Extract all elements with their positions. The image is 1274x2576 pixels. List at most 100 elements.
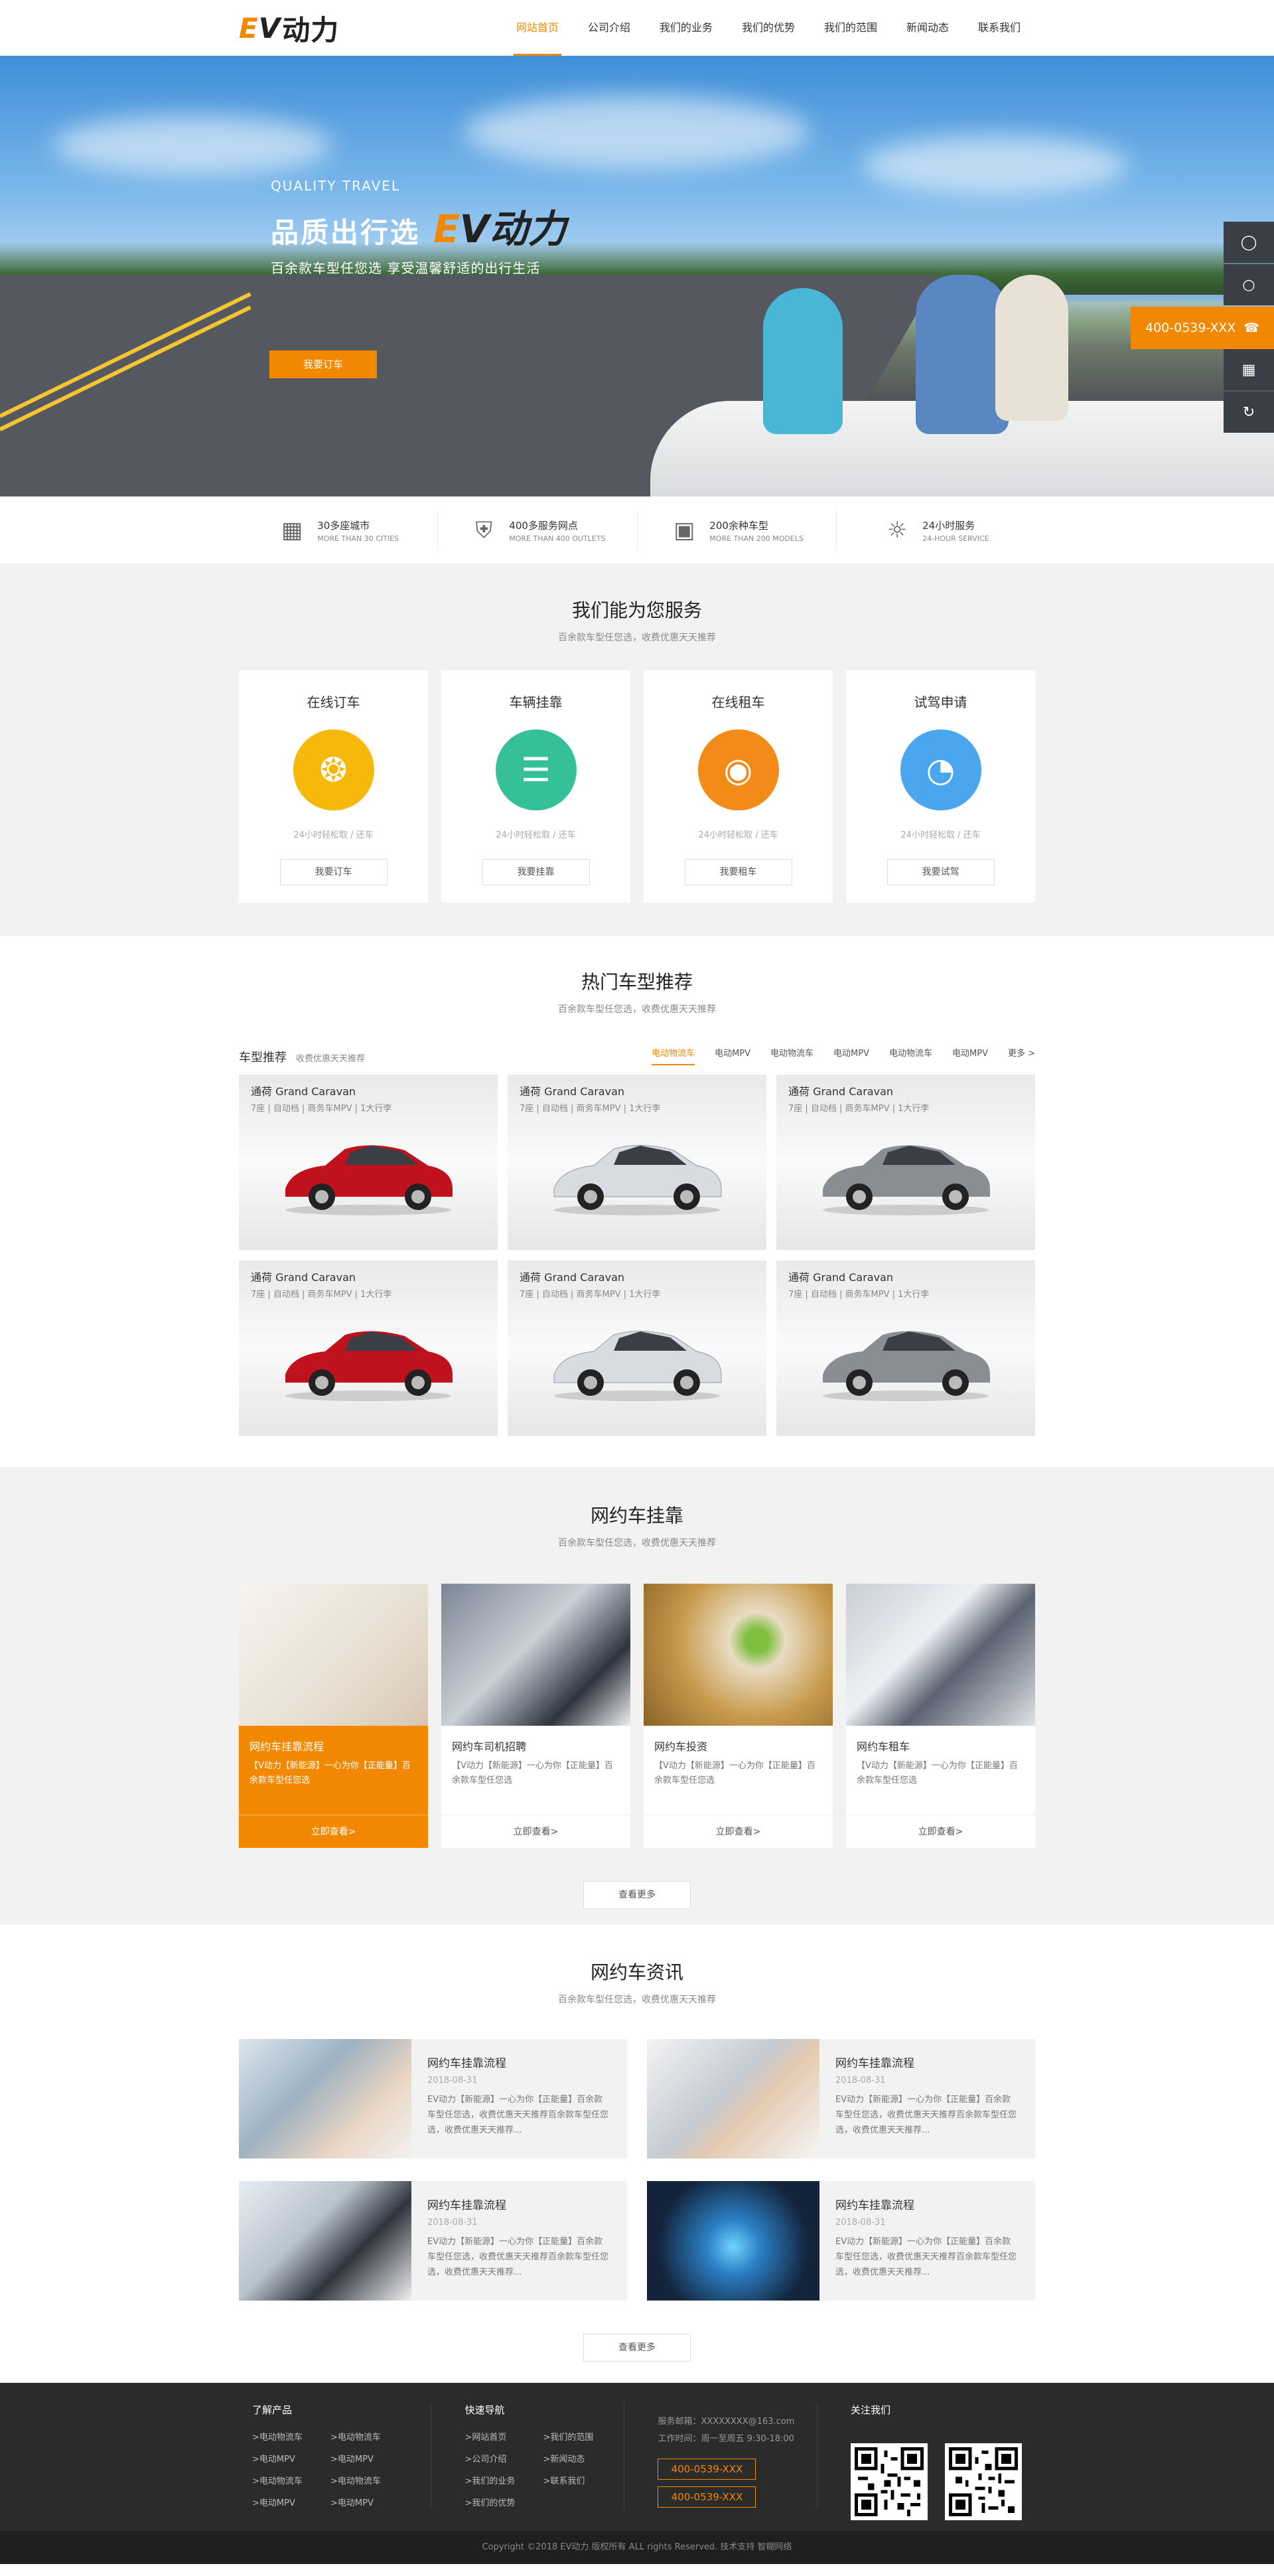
service-desc: 24小时轻松取 / 还车 [496, 830, 576, 840]
hail-card-desc: 【V动力【新能源】一心为你【正能量】百余款车型任您选 [452, 1761, 613, 1785]
model-card[interactable]: 通荷 Grand Caravan 7座 | 自动档 | 商务车MPV | 1大行李 [239, 1260, 498, 1436]
news-desc: EV动力【新能源】一心为你【正能量】百余款车型任您选，收费优惠天天推荐百余款车型… [427, 2237, 609, 2277]
tab-model[interactable]: 电动物流车 [770, 1046, 814, 1065]
footer-link[interactable]: >电动物流车 [330, 2430, 409, 2443]
hail-card-desc: 【V动力【新能源】一心为你【正能量】百余款车型任您选 [857, 1761, 1018, 1785]
section-subtitle: 百余款车型任您选，收费优惠天天推荐 [558, 1995, 716, 2005]
site-logo[interactable]: E V 动力 [239, 8, 339, 48]
hero-banner: QUALITY TRAVEL 品质出行选 EV动力 百余款车型任您选 享受温馨舒… [0, 56, 1274, 496]
service-button[interactable]: 我要租车 [684, 859, 792, 885]
footer-link[interactable]: >我们的范围 [543, 2430, 621, 2443]
service-button[interactable]: 我要挂靠 [482, 859, 590, 885]
nav-contact[interactable]: 联系我们 [963, 0, 1035, 56]
section-subtitle: 百余款车型任您选，收费优惠天天推荐 [558, 633, 716, 643]
model-name: 通荷 Grand Caravan [520, 1271, 625, 1284]
feature-subtitle: MORE THAN 30 CITIES [317, 534, 399, 543]
model-spec: 7座 | 自动档 | 商务车MPV | 1大行李 [251, 1290, 392, 1300]
footer-link[interactable]: >公司介绍 [464, 2452, 543, 2464]
nav-home[interactable]: 网站首页 [502, 0, 573, 56]
book-car-button[interactable]: 我要订车 [269, 350, 377, 378]
tab-model[interactable]: 电动物流车 [652, 1046, 695, 1065]
footer-link[interactable]: >电动MPV [252, 2496, 330, 2508]
tab-model[interactable]: 电动MPV [715, 1046, 750, 1065]
footer-phone[interactable]: 400-0539-XXX [658, 2459, 756, 2480]
qr-code-icon[interactable]: ▦ [1224, 349, 1274, 390]
hail-card-image [846, 1584, 1035, 1726]
model-card[interactable]: 通荷 Grand Caravan 7座 | 自动档 | 商务车MPV | 1大行李 [776, 1260, 1035, 1436]
footer-link[interactable]: >联系我们 [543, 2474, 621, 2486]
tab-model[interactable]: 电动MPV [833, 1046, 869, 1065]
service-desc: 24小时轻松取 / 还车 [698, 830, 778, 840]
service-title: 车辆挂靠 [509, 694, 563, 710]
model-grid: 通荷 Grand Caravan 7座 | 自动档 | 商务车MPV | 1大行李… [239, 1075, 1035, 1436]
nav-scope[interactable]: 我们的范围 [810, 0, 892, 56]
hail-card-title: 网约车挂靠流程 [249, 1740, 324, 1753]
footer-link[interactable]: >网站首页 [464, 2430, 543, 2443]
footer-heading: 快速导航 [464, 2404, 505, 2416]
view-more-button[interactable]: 查看更多 [583, 2334, 691, 2362]
ride-hailing-section: 网约车挂靠 百余款车型任您选，收费优惠天天推荐 网约车挂靠流程 【V动力【新能源… [0, 1467, 1274, 1925]
footer-link[interactable]: >我们的业务 [464, 2474, 543, 2486]
banner-brand-cn: 动力 [489, 206, 567, 252]
hail-card-image [239, 1584, 428, 1726]
tab-more[interactable]: 更多 > [1008, 1046, 1035, 1065]
footer-phone[interactable]: 400-0539-XXX [658, 2486, 756, 2508]
news-title: 网约车挂靠流程 [835, 2057, 914, 2070]
view-now-link[interactable]: 立即查看> [644, 1815, 833, 1848]
view-now-link[interactable]: 立即查看> [441, 1815, 630, 1848]
hail-card[interactable]: 网约车投资 【V动力【新能源】一心为你【正能量】百余款车型任您选 立即查看> [644, 1584, 833, 1848]
side-phone[interactable]: 400-0539-XXX ☎ [1131, 307, 1274, 349]
service-title: 在线订车 [307, 694, 360, 710]
banner-cloud [464, 96, 810, 169]
model-card[interactable]: 通荷 Grand Caravan 7座 | 自动档 | 商务车MPV | 1大行李 [508, 1075, 766, 1250]
footer-link[interactable]: >电动MPV [330, 2496, 409, 2508]
news-desc: EV动力【新能源】一心为你【正能量】百余款车型任您选，收费优惠天天推荐百余款车型… [835, 2095, 1017, 2135]
footer-link[interactable]: >我们的优势 [464, 2496, 543, 2508]
car-image [285, 1145, 453, 1215]
nav-advantages[interactable]: 我们的优势 [727, 0, 810, 56]
footer-link[interactable]: >电动MPV [252, 2452, 330, 2464]
news-item[interactable]: 网约车挂靠流程 2018-08-31 EV动力【新能源】一心为你【正能量】百余款车型… [647, 2181, 1035, 2301]
footer-link[interactable]: >电动物流车 [252, 2474, 330, 2486]
view-more-button[interactable]: 查看更多 [583, 1881, 691, 1909]
steering-wheel-icon: ❂ [293, 729, 374, 810]
service-button[interactable]: 我要试驾 [886, 859, 995, 885]
section-title: 我们能为您服务 [571, 599, 702, 621]
nav-news[interactable]: 新闻动态 [892, 0, 963, 56]
view-now-link[interactable]: 立即查看> [239, 1815, 428, 1848]
wechat-icon[interactable]: ○ [1224, 264, 1274, 305]
nav-about[interactable]: 公司介绍 [573, 0, 645, 56]
footer-link[interactable]: >电动物流车 [252, 2430, 330, 2443]
footer-link[interactable]: >电动MPV [330, 2452, 409, 2464]
footer-link[interactable]: >电动物流车 [330, 2474, 409, 2486]
clipboard-icon: ☰ [495, 729, 577, 810]
qr-code-image [945, 2443, 1022, 2520]
share-icon[interactable]: ↻ [1224, 392, 1274, 433]
view-now-link[interactable]: 立即查看> [846, 1815, 1035, 1848]
model-card[interactable]: 通荷 Grand Caravan 7座 | 自动档 | 商务车MPV | 1大行李 [776, 1075, 1035, 1250]
news-item[interactable]: 网约车挂靠流程 2018-08-31 EV动力【新能源】一心为你【正能量】百余款车型… [647, 2039, 1035, 2159]
model-card[interactable]: 通荷 Grand Caravan 7座 | 自动档 | 商务车MPV | 1大行李 [239, 1075, 498, 1250]
footer-contact: 服务邮箱：XXXXXXXX@163.com 工作时间：周一至周五 9:30-18… [658, 2403, 804, 2448]
hail-card-title: 网约车司机招聘 [452, 1740, 527, 1753]
service-card: 在线订车 ❂ 24小时轻松取 / 还车 我要订车 [239, 670, 428, 903]
news-title: 网约车挂靠流程 [835, 2199, 914, 2212]
hail-card[interactable]: 网约车司机招聘 【V动力【新能源】一心为你【正能量】百余款车型任您选 立即查看> [441, 1584, 630, 1848]
banner-caption: QUALITY TRAVEL 品质出行选 EV动力 百余款车型任您选 享受温馨舒… [271, 178, 567, 277]
feature-title: 24小时服务 [922, 519, 975, 532]
models-label: 车型推荐 收费优惠天天推荐 [239, 1048, 365, 1065]
news-item[interactable]: 网约车挂靠流程 2018-08-31 EV动力【新能源】一心为你【正能量】百余款车型… [239, 2181, 627, 2301]
nav-business[interactable]: 我们的业务 [645, 0, 727, 56]
feature-item: ⛨ 400多服务网点 MORE THAN 400 OUTLETS [438, 510, 638, 550]
footer-link[interactable]: >新闻动态 [543, 2452, 621, 2464]
tab-model[interactable]: 电动MPV [952, 1046, 988, 1065]
service-button[interactable]: 我要订车 [279, 859, 388, 885]
footer-product-links: >电动物流车 >电动物流车 >电动MPV >电动MPV >电动物流车 >电动物流… [252, 2430, 417, 2508]
news-item[interactable]: 网约车挂靠流程 2018-08-31 EV动力【新能源】一心为你【正能量】百余款车型… [239, 2039, 627, 2159]
qq-icon[interactable]: ◯ [1224, 222, 1274, 263]
model-card[interactable]: 通荷 Grand Caravan 7座 | 自动档 | 商务车MPV | 1大行李 [508, 1260, 766, 1436]
news-image [239, 2181, 411, 2301]
hail-card[interactable]: 网约车租车 【V动力【新能源】一心为你【正能量】百余款车型任您选 立即查看> [846, 1584, 1035, 1848]
hail-card[interactable]: 网约车挂靠流程 【V动力【新能源】一心为你【正能量】百余款车型任您选 立即查看> [239, 1584, 428, 1848]
tab-model[interactable]: 电动物流车 [889, 1046, 932, 1065]
